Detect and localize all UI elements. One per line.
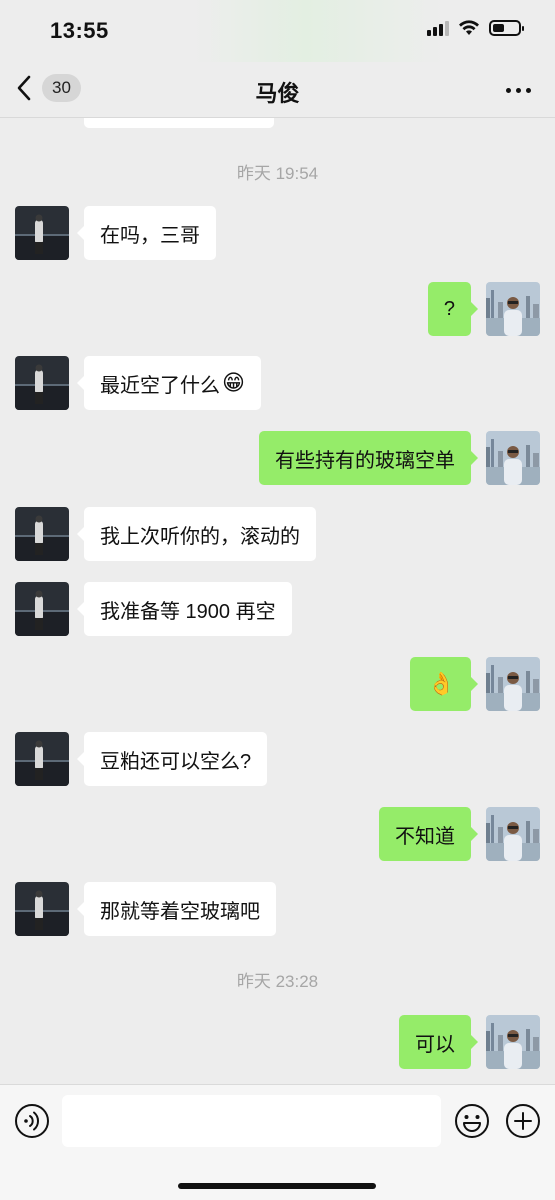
contact-avatar[interactable]: [15, 356, 69, 410]
message-bubble[interactable]: 不知道: [379, 807, 478, 861]
received-message-row: 最近空了什么 😁: [0, 356, 555, 410]
chat-title: 马俊: [255, 81, 300, 106]
status-bar: 13:55: [0, 0, 555, 62]
message-bubble[interactable]: 最近空了什么 😁: [77, 356, 261, 410]
voice-icon[interactable]: [14, 1103, 50, 1139]
sent-message-row: 不知道: [0, 807, 555, 861]
message-bubble[interactable]: 我准备等 1900 再空: [77, 582, 292, 636]
message-bubble[interactable]: 那就等着空玻璃吧: [77, 882, 276, 936]
message-row: [0, 118, 555, 128]
message-text: 那就等着空玻璃吧: [100, 900, 260, 923]
contact-avatar[interactable]: [15, 507, 69, 561]
status-time: 13:55: [50, 18, 109, 43]
sent-message-row: 有些持有的玻璃空单: [0, 431, 555, 485]
wifi-icon: [459, 20, 479, 35]
input-bar: [0, 1084, 555, 1200]
message-text: 不知道: [395, 825, 455, 848]
message-timestamp: 昨天 19:54: [236, 164, 319, 183]
contact-avatar[interactable]: [15, 732, 69, 786]
chat-area[interactable]: 昨天 19:54 在吗，三哥? 最近空了什么 😁 有些持有的玻璃空单我上次听你的，滚动的…: [0, 118, 555, 1084]
signal-icon: [427, 20, 449, 36]
emoji-glyph: 😁: [222, 370, 245, 395]
received-message-row: 豆粕还可以空么?: [0, 732, 555, 786]
emoji-glyph: 👌: [427, 671, 455, 696]
received-message-row: 在吗，三哥: [0, 206, 555, 260]
message-text: 有些持有的玻璃空单: [275, 449, 455, 472]
message-text: ?: [443, 297, 455, 320]
contact-avatar[interactable]: [15, 882, 69, 936]
message-bubble[interactable]: 在吗，三哥: [77, 206, 216, 260]
contact-avatar[interactable]: [15, 118, 69, 128]
sent-message-row: 👌: [0, 657, 555, 711]
message-text: 最近空了什么: [100, 374, 220, 397]
message-timestamp: 昨天 23:28: [236, 972, 319, 991]
message-bubble[interactable]: 👌: [409, 657, 479, 711]
received-message-row: 我准备等 1900 再空: [0, 582, 555, 636]
contact-avatar[interactable]: [15, 582, 69, 636]
status-icons: [427, 20, 524, 36]
received-message-row: 我上次听你的，滚动的: [0, 507, 555, 561]
message-input[interactable]: [62, 1095, 441, 1147]
message-text: 我上次听你的，滚动的: [100, 525, 300, 548]
message-text: 在吗，三哥: [100, 224, 200, 247]
message-bubble[interactable]: [84, 118, 274, 128]
message-text: 可以: [415, 1033, 455, 1056]
message-bubble[interactable]: 豆粕还可以空么?: [76, 732, 268, 786]
sent-message-row: ?: [0, 282, 555, 336]
message-bubble[interactable]: 可以: [399, 1015, 478, 1069]
my-avatar[interactable]: [486, 807, 540, 861]
my-avatar[interactable]: [486, 1015, 540, 1069]
more-icon[interactable]: [506, 88, 531, 93]
home-indicator: [178, 1183, 376, 1189]
message-text: 豆粕还可以空么?: [100, 750, 252, 773]
received-message-row: 那就等着空玻璃吧: [0, 882, 555, 936]
my-avatar[interactable]: [486, 657, 540, 711]
emoji-icon[interactable]: [454, 1103, 490, 1139]
sent-message-row: 可以: [0, 1015, 555, 1069]
battery-icon: [489, 20, 524, 36]
message-bubble[interactable]: 我上次听你的，滚动的: [77, 507, 316, 561]
plus-icon[interactable]: [505, 1103, 541, 1139]
message-bubble[interactable]: ?: [427, 282, 479, 336]
message-text: 我准备等 1900 再空: [100, 600, 276, 623]
nav-bar: 30 马俊: [0, 62, 555, 118]
message-bubble[interactable]: 有些持有的玻璃空单: [259, 431, 478, 485]
my-avatar[interactable]: [486, 431, 540, 485]
contact-avatar[interactable]: [15, 206, 69, 260]
my-avatar[interactable]: [486, 282, 540, 336]
